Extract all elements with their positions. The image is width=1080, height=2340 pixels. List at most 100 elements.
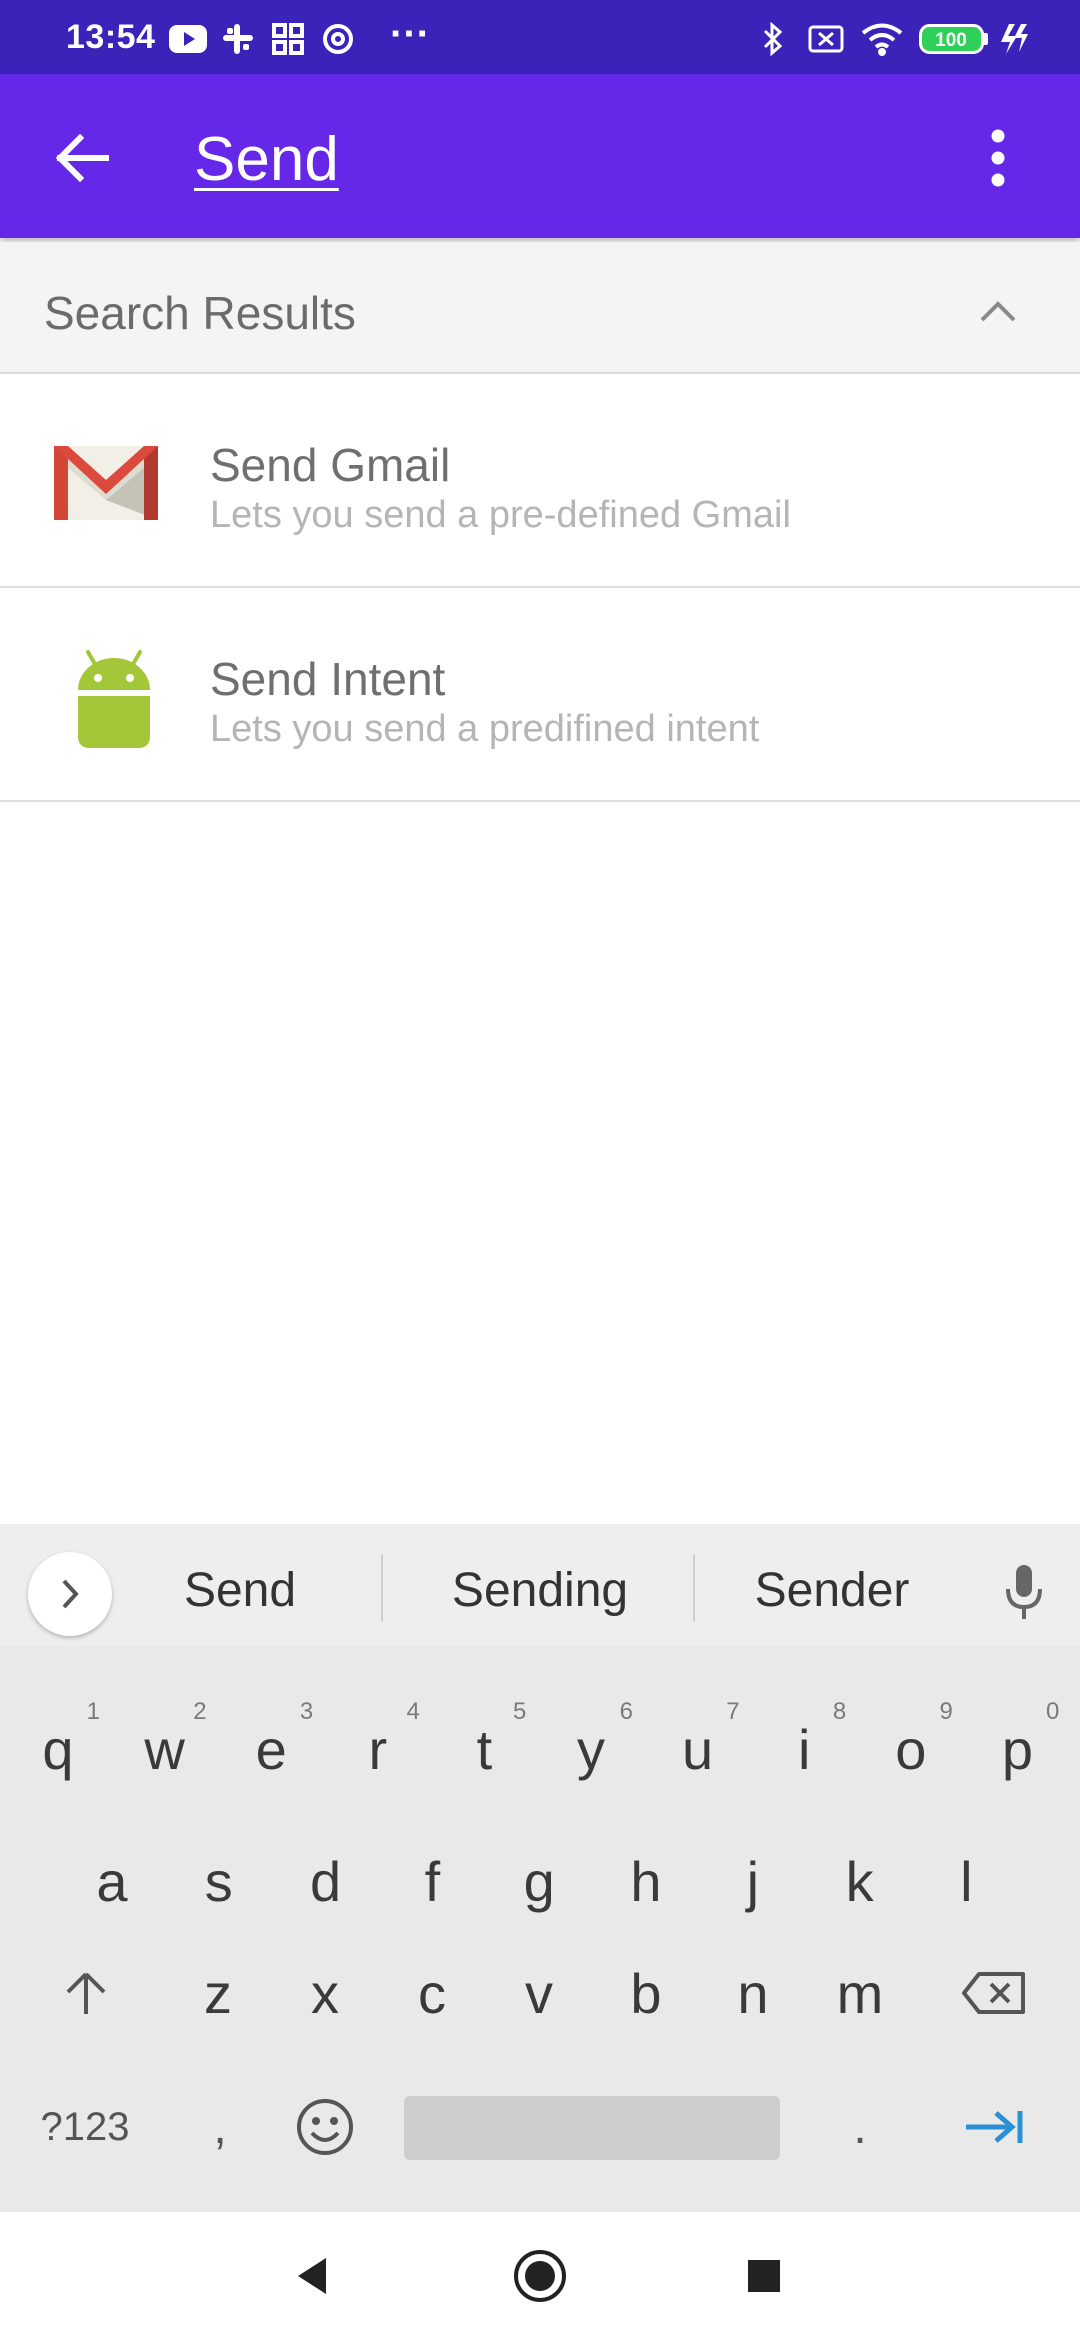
period-key[interactable]: . <box>810 2072 910 2182</box>
grid-app-icon <box>268 22 308 56</box>
key-label: q <box>42 1717 74 1781</box>
space-key[interactable] <box>404 2096 780 2160</box>
nav-back-button[interactable] <box>272 2236 352 2316</box>
search-query-title[interactable]: Send <box>194 124 339 195</box>
notification-overflow: ··· <box>390 12 430 56</box>
key-t[interactable]: t5 <box>434 1694 534 1804</box>
suggestion-3[interactable]: Sender <box>722 1554 942 1626</box>
battery-level-text: 100 <box>935 30 967 51</box>
backspace-key[interactable] <box>944 1938 1044 2048</box>
symbols-key[interactable]: ?123 <box>30 2072 140 2182</box>
key-n[interactable]: n <box>703 1938 803 2048</box>
shift-key[interactable] <box>36 1938 136 2048</box>
enter-key[interactable] <box>944 2072 1044 2182</box>
arrow-left-icon <box>55 134 109 182</box>
nav-home-button[interactable] <box>500 2236 580 2316</box>
key-s[interactable]: s <box>169 1826 269 1936</box>
app-bar: Send <box>0 74 1080 238</box>
charging-icon <box>996 22 1030 56</box>
wifi-icon <box>858 22 906 56</box>
key-a[interactable]: a <box>62 1826 162 1936</box>
key-hint: 1 <box>86 1698 100 1725</box>
key-h[interactable]: h <box>596 1826 696 1936</box>
key-label: t <box>476 1717 493 1781</box>
status-time: 13:54 <box>66 18 156 56</box>
slack-icon <box>218 22 258 56</box>
square-recents-icon <box>748 2260 780 2292</box>
search-results-title: Search Results <box>44 287 356 339</box>
key-hint: 7 <box>726 1698 740 1725</box>
key-b[interactable]: b <box>596 1938 696 2048</box>
key-y[interactable]: y6 <box>541 1694 641 1804</box>
key-k[interactable]: k <box>810 1826 910 1936</box>
chevron-up-icon <box>980 301 1016 322</box>
suggestion-divider <box>693 1554 695 1622</box>
backspace-icon <box>962 1972 1025 2014</box>
keyboard-expand-button[interactable] <box>28 1552 112 1636</box>
key-o[interactable]: o9 <box>861 1694 961 1804</box>
at-sign-icon <box>318 22 358 56</box>
youtube-icon <box>168 22 208 56</box>
list-item-send-gmail[interactable]: Send Gmail Lets you send a pre-defined G… <box>0 376 1080 588</box>
key-label: o <box>895 1717 927 1781</box>
key-hint: 3 <box>299 1698 314 1725</box>
suggestion-divider <box>381 1554 383 1622</box>
key-w[interactable]: w2 <box>115 1694 215 1804</box>
soft-keyboard: Send Sending Sender q1w2e3r4t5y6u7i8o9p0… <box>0 1524 1080 2212</box>
circle-home-icon <box>514 2250 566 2302</box>
back-button[interactable] <box>40 116 124 200</box>
key-hint: 0 <box>1046 1698 1060 1725</box>
tab-next-icon <box>966 2111 1023 2143</box>
key-x[interactable]: x <box>275 1938 375 2048</box>
list-item-send-intent[interactable]: Send Intent Lets you send a predifined i… <box>0 590 1080 802</box>
key-q[interactable]: q1 <box>8 1694 108 1804</box>
more-options-button[interactable] <box>966 116 1030 200</box>
key-hint: 2 <box>193 1698 207 1725</box>
comma-key[interactable]: , <box>170 2072 270 2182</box>
microphone-icon <box>1006 1565 1042 1619</box>
key-label: r <box>368 1717 388 1781</box>
gmail-icon <box>48 432 164 532</box>
key-g[interactable]: g <box>489 1826 589 1936</box>
key-l[interactable]: l <box>916 1826 1016 1936</box>
emoji-key[interactable] <box>275 2072 375 2182</box>
suggestion-1[interactable]: Send <box>140 1554 340 1626</box>
key-hint: 4 <box>406 1698 420 1725</box>
key-j[interactable]: j <box>703 1826 803 1936</box>
battery-icon: 100 <box>918 22 990 56</box>
key-label: e <box>255 1717 287 1781</box>
key-label: u <box>682 1717 714 1781</box>
key-label: y <box>577 1717 605 1781</box>
key-hint: 6 <box>619 1698 633 1725</box>
suggestion-strip: Send Sending Sender <box>0 1524 1080 1646</box>
key-label: p <box>1001 1717 1033 1781</box>
item-subtitle: Lets you send a predifined intent <box>210 708 760 750</box>
key-hint: 9 <box>939 1698 953 1725</box>
key-m[interactable]: m <box>810 1938 910 2048</box>
key-v[interactable]: v <box>489 1938 589 2048</box>
triangle-back-icon <box>298 2258 326 2294</box>
key-f[interactable]: f <box>382 1826 482 1936</box>
search-results-header[interactable]: Search Results <box>0 242 1080 374</box>
key-e[interactable]: e3 <box>221 1694 321 1804</box>
key-hint: 5 <box>513 1698 527 1725</box>
navigation-bar <box>0 2212 1080 2340</box>
key-i[interactable]: i8 <box>754 1694 854 1804</box>
emoji-icon <box>297 2099 353 2155</box>
key-label: w <box>144 1717 185 1781</box>
nav-recents-button[interactable] <box>724 2236 804 2316</box>
key-c[interactable]: c <box>382 1938 482 2048</box>
item-title: Send Gmail <box>210 439 451 491</box>
key-d[interactable]: d <box>276 1826 376 1936</box>
shift-arrow-icon <box>66 1972 106 2014</box>
collapse-button[interactable] <box>968 282 1028 342</box>
key-p[interactable]: p0 <box>967 1694 1067 1804</box>
android-icon <box>48 646 164 748</box>
key-z[interactable]: z <box>168 1938 268 2048</box>
key-hint: 8 <box>832 1698 847 1725</box>
voice-input-button[interactable] <box>994 1552 1054 1632</box>
bluetooth-icon <box>758 22 788 56</box>
suggestion-2[interactable]: Sending <box>420 1554 660 1626</box>
key-u[interactable]: u7 <box>648 1694 748 1804</box>
key-r[interactable]: r4 <box>328 1694 428 1804</box>
